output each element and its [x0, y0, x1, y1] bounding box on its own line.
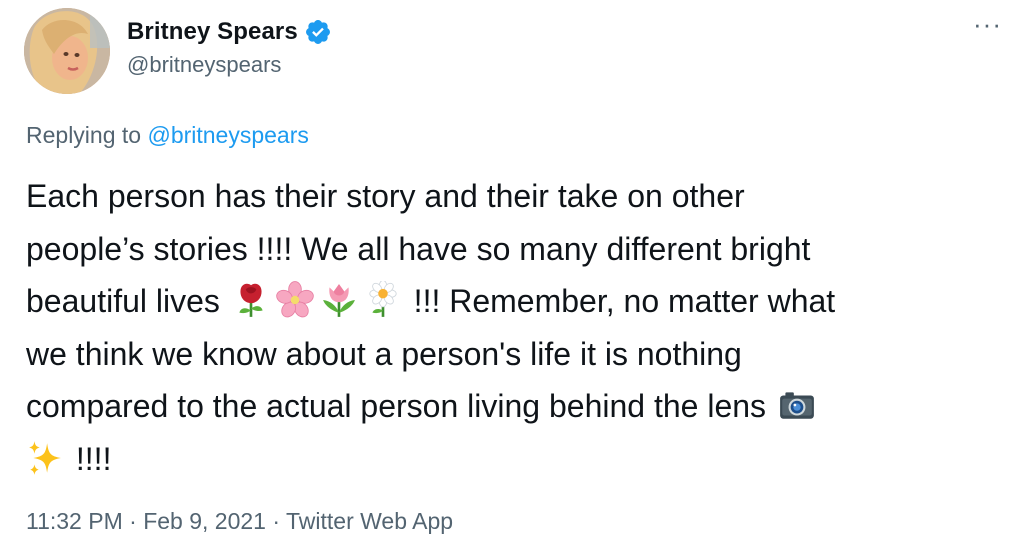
reply-mention-link[interactable]: @britneyspears — [147, 122, 308, 148]
tweet-line: people’s stories !!!! We all have so man… — [26, 230, 811, 267]
more-options-button[interactable]: ··· — [973, 11, 1002, 37]
tweet-line: compared to the actual person living beh… — [26, 380, 1001, 433]
tweet-line: !!!! — [26, 433, 1001, 486]
tweet-line: beautiful lives !!! Remember, no matter … — [26, 275, 1001, 328]
tweet-text-segment: beautiful lives — [26, 283, 229, 319]
author-block: Britney Spears @britneyspears — [127, 18, 332, 78]
rose-emoji-icon — [239, 283, 263, 317]
verified-badge-icon — [305, 20, 330, 44]
tweet-text-segment: !!! Remember, no matter what — [404, 283, 836, 319]
meta-separator: · — [265, 508, 286, 534]
daisy-emoji-icon — [369, 281, 397, 317]
tweet-text-segment: !!!! — [67, 440, 112, 477]
camera-emoji-icon — [780, 392, 814, 419]
tweet-date-link[interactable]: Feb 9, 2021 — [143, 508, 266, 534]
tweet-text-segment: compared to the actual person living beh… — [26, 388, 775, 424]
sparkles-emoji-icon — [29, 440, 61, 475]
tweet-time-link[interactable]: 11:32 PM — [26, 508, 123, 534]
replying-to-label: Replying to — [26, 122, 148, 148]
author-name-row: Britney Spears — [127, 18, 332, 46]
tweet-line: we think we know about a person's life i… — [26, 335, 742, 372]
author-handle[interactable]: @britneyspears — [127, 52, 332, 78]
author-display-name[interactable]: Britney Spears — [127, 18, 298, 46]
tweet-meta: 11:32 PM · Feb 9, 2021 · Twitter Web App — [26, 508, 453, 535]
tweet-source-link[interactable]: Twitter Web App — [286, 508, 453, 534]
tweet-line: Each person has their story and their ta… — [26, 178, 745, 214]
cherry-blossom-emoji-icon — [276, 281, 314, 318]
avatar[interactable] — [24, 8, 110, 94]
avatar-photo-icon — [24, 8, 110, 94]
replying-to: Replying to @britneyspears — [26, 122, 309, 149]
tweet-card: Britney Spears @britneyspears ··· Replyi… — [0, 0, 1024, 551]
tulip-emoji-icon — [322, 284, 355, 317]
tweet-text: Each person has their story and their ta… — [26, 170, 1001, 485]
meta-separator: · — [122, 508, 144, 534]
